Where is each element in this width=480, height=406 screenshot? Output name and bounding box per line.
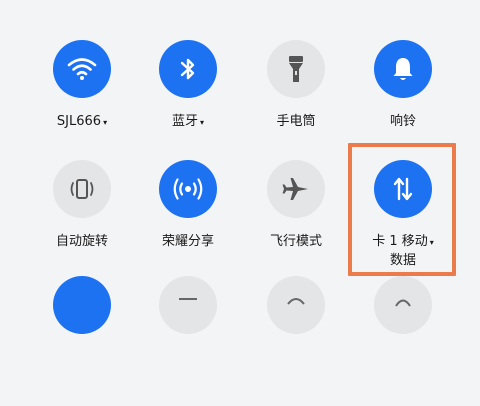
- flashlight-icon: [289, 56, 303, 82]
- row3-tile-2[interactable]: [133, 276, 243, 406]
- row3-toggle-3[interactable]: [267, 276, 325, 334]
- row3-icon-4: [395, 299, 411, 307]
- bluetooth-toggle[interactable]: [159, 40, 217, 98]
- row3-icon-2: [179, 298, 197, 300]
- airplane-icon: [282, 178, 308, 200]
- bluetooth-label-text: 蓝牙: [171, 114, 198, 129]
- bluetooth-icon: [180, 58, 195, 80]
- airplane-toggle[interactable]: [267, 160, 325, 218]
- ring-label-text: 响铃: [389, 114, 416, 129]
- row3-toggle-4[interactable]: [374, 276, 432, 334]
- row3-toggle-1[interactable]: [53, 276, 111, 334]
- wifi-tile[interactable]: SJL666 ▾: [27, 40, 137, 170]
- auto-rotate-label: 自动旋转: [56, 234, 108, 250]
- row3-toggle-2[interactable]: [159, 276, 217, 334]
- auto-rotate-label-text: 自动旋转: [55, 234, 108, 249]
- auto-rotate-tile[interactable]: 自动旋转: [27, 160, 137, 290]
- wifi-label: SJL666 ▾: [57, 114, 107, 130]
- airplane-tile[interactable]: 飞行模式: [241, 160, 351, 290]
- honor-share-toggle[interactable]: [159, 160, 217, 218]
- flashlight-label-text: 手电筒: [276, 114, 316, 129]
- row3-tile-1[interactable]: [27, 276, 137, 406]
- row3-tile-3[interactable]: [241, 276, 351, 406]
- auto-rotate-toggle[interactable]: [53, 160, 111, 218]
- flashlight-toggle[interactable]: [267, 40, 325, 98]
- honor-share-tile[interactable]: 荣耀分享: [133, 160, 243, 290]
- auto-rotate-icon: [70, 179, 94, 199]
- wifi-dropdown-icon[interactable]: ▾: [103, 115, 107, 131]
- airplane-label-text: 飞行模式: [269, 234, 322, 249]
- honor-share-label-text: 荣耀分享: [161, 234, 214, 249]
- bluetooth-dropdown-icon[interactable]: ▾: [200, 115, 204, 131]
- honor-share-icon: [173, 178, 203, 200]
- row3-icon-3: [287, 298, 305, 305]
- flashlight-tile[interactable]: 手电筒: [241, 40, 351, 170]
- flashlight-label: 手电筒: [276, 114, 315, 130]
- bell-icon: [393, 58, 413, 80]
- ring-label: 响铃: [390, 114, 416, 130]
- honor-share-label: 荣耀分享: [162, 234, 214, 250]
- wifi-toggle[interactable]: [53, 40, 111, 98]
- wifi-network-name: SJL666: [56, 114, 102, 129]
- ring-toggle[interactable]: [374, 40, 432, 98]
- wifi-icon: [67, 58, 97, 80]
- bluetooth-label: 蓝牙 ▾: [172, 114, 204, 130]
- row3-tile-4[interactable]: [348, 276, 458, 406]
- airplane-label: 飞行模式: [270, 234, 322, 250]
- highlight-box: [348, 143, 456, 276]
- bluetooth-tile[interactable]: 蓝牙 ▾: [133, 40, 243, 170]
